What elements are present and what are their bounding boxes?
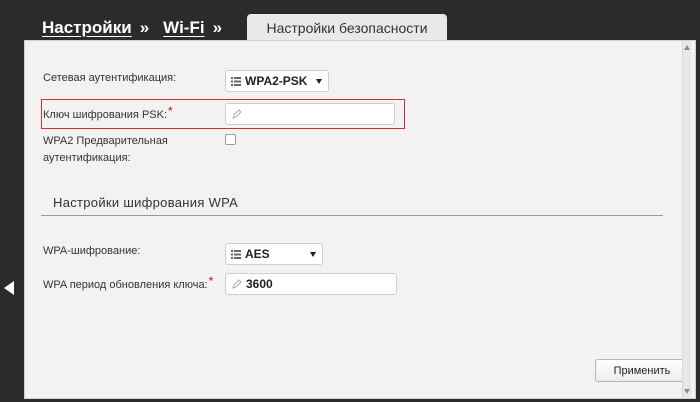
pencil-icon: [232, 109, 242, 119]
pencil-icon: [232, 279, 242, 289]
preauth-checkbox[interactable]: [225, 134, 236, 145]
breadcrumb-link-wifi[interactable]: Wi-Fi: [163, 18, 204, 38]
scroll-down-arrow-icon[interactable]: [684, 389, 690, 394]
wpa-key-update-label-text: WPA период обновления ключа:: [43, 279, 208, 291]
psk-key-input[interactable]: [225, 103, 395, 125]
network-auth-value: WPA2-PSK: [245, 74, 308, 88]
chevron-left-icon[interactable]: [4, 281, 14, 295]
breadcrumb-separator: »: [139, 18, 150, 37]
wpa-encryption-value: AES: [245, 247, 270, 261]
section-divider: [41, 215, 663, 216]
wpa-key-update-input[interactable]: 3600: [225, 273, 397, 295]
list-icon: [231, 76, 241, 86]
network-auth-select[interactable]: WPA2-PSK: [225, 70, 329, 92]
wpa-encryption-select[interactable]: AES: [225, 243, 323, 265]
required-asterisk: *: [168, 104, 173, 118]
network-auth-label: Сетевая аутентификация:: [43, 72, 177, 84]
preauth-label-line1: WPA2 Предварительная: [43, 135, 168, 147]
caret-down-icon: [316, 79, 322, 84]
breadcrumb-separator: »: [212, 18, 223, 37]
preauth-label-line2: аутентификация:: [43, 152, 131, 164]
required-asterisk: *: [208, 274, 214, 288]
breadcrumb-link-settings[interactable]: Настройки: [42, 18, 132, 38]
vertical-scrollbar[interactable]: [682, 41, 691, 398]
caret-down-icon: [310, 252, 316, 257]
tab-security-settings[interactable]: Настройки безопасности: [247, 14, 447, 42]
wpa-encryption-label: WPA-шифрование:: [43, 245, 141, 257]
preauth-label: WPA2 Предварительная аутентификация:: [43, 133, 168, 167]
wpa-section-title: Настройки шифрования WPA: [53, 195, 239, 210]
wpa-key-update-value: 3600: [246, 277, 273, 291]
apply-button[interactable]: Применить: [595, 359, 689, 382]
scroll-up-arrow-icon[interactable]: [684, 45, 690, 50]
psk-key-label: Ключ шифрования PSK:*: [43, 104, 173, 124]
wpa-key-update-label: WPA период обновления ключа:*: [43, 274, 214, 294]
settings-panel: Сетевая аутентификация: WPA2-PSK Ключ ши…: [24, 40, 696, 399]
list-icon: [231, 249, 241, 259]
psk-key-label-text: Ключ шифрования PSK:: [43, 109, 168, 121]
breadcrumb: Настройки » Wi-Fi »: [42, 16, 236, 40]
